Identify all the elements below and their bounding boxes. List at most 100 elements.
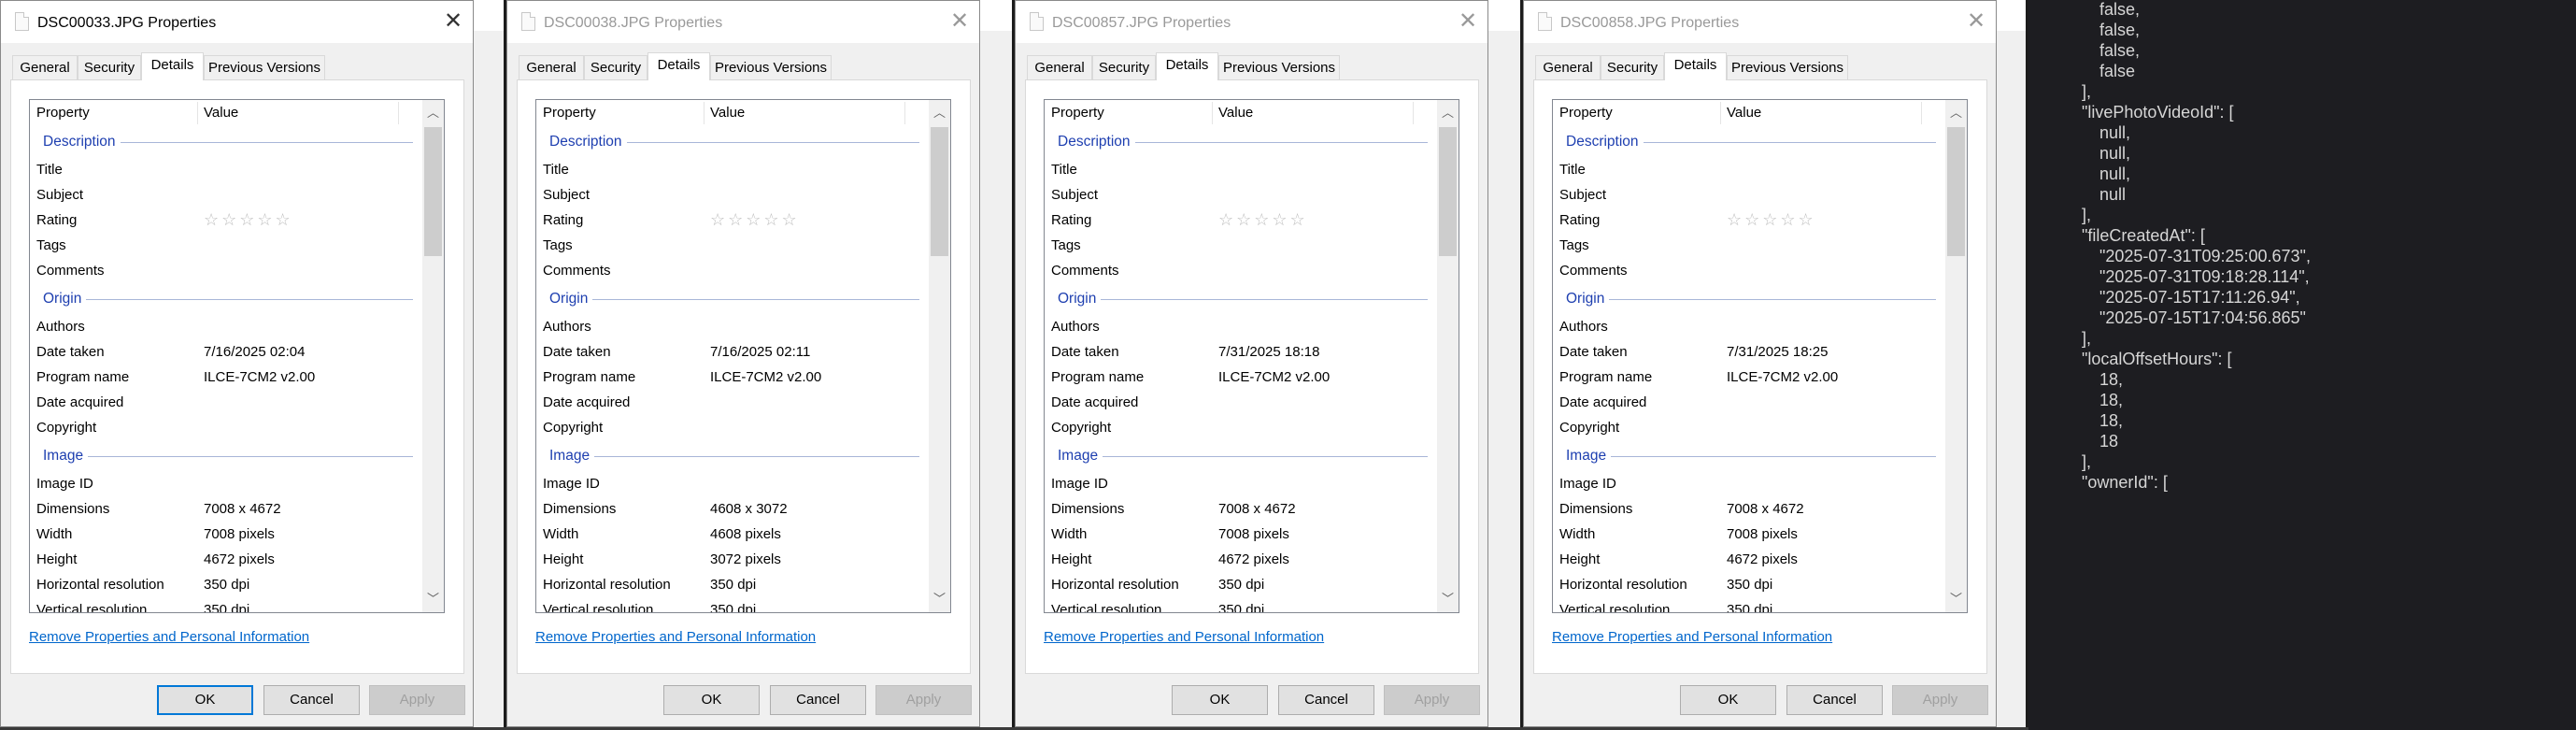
column-header-value[interactable]: Value bbox=[1218, 100, 1253, 126]
column-header-property[interactable]: Property bbox=[1559, 100, 1613, 126]
property-row[interactable]: Program name ILCE-7CM2 v2.00 bbox=[1045, 365, 1437, 390]
tab-previous-versions[interactable]: Previous Versions bbox=[710, 55, 832, 80]
property-row[interactable]: Dimensions 7008 x 4672 bbox=[30, 496, 422, 522]
scroll-down-arrow-icon[interactable]: ﹀ bbox=[422, 586, 444, 612]
cancel-button[interactable]: Cancel bbox=[1786, 685, 1883, 715]
remove-properties-link[interactable]: Remove Properties and Personal Informati… bbox=[535, 629, 816, 645]
property-row[interactable]: Copyright bbox=[1553, 415, 1945, 440]
column-divider[interactable] bbox=[904, 102, 905, 124]
property-row[interactable]: Dimensions 4608 x 3072 bbox=[536, 496, 929, 522]
property-row[interactable]: Tags bbox=[1553, 233, 1945, 258]
property-row[interactable]: Image ID bbox=[1553, 471, 1945, 496]
rating-stars-icon[interactable]: ☆☆☆☆☆ bbox=[204, 208, 293, 233]
column-divider[interactable] bbox=[197, 102, 198, 124]
property-row[interactable]: Tags bbox=[536, 233, 929, 258]
close-icon[interactable]: ✕ bbox=[946, 8, 973, 35]
tab-general[interactable]: General bbox=[519, 55, 584, 80]
ok-button[interactable]: OK bbox=[663, 685, 760, 715]
property-row[interactable]: Vertical resolution 350 dpi bbox=[1553, 597, 1945, 612]
property-row[interactable]: Program name ILCE-7CM2 v2.00 bbox=[1553, 365, 1945, 390]
scrollbar-thumb[interactable] bbox=[931, 127, 948, 256]
property-row[interactable]: Height 3072 pixels bbox=[536, 547, 929, 572]
property-row[interactable]: Rating ☆☆☆☆☆ bbox=[1045, 208, 1437, 233]
property-row[interactable]: Width 7008 pixels bbox=[1045, 522, 1437, 547]
property-row[interactable]: Height 4672 pixels bbox=[1553, 547, 1945, 572]
property-row[interactable]: Copyright bbox=[536, 415, 929, 440]
column-header-property[interactable]: Property bbox=[543, 100, 596, 126]
property-row[interactable]: Comments bbox=[536, 258, 929, 283]
ok-button[interactable]: OK bbox=[1172, 685, 1268, 715]
column-divider[interactable] bbox=[1921, 102, 1922, 124]
scrollbar-thumb[interactable] bbox=[424, 127, 442, 256]
property-row[interactable]: Rating ☆☆☆☆☆ bbox=[536, 208, 929, 233]
tab-general[interactable]: General bbox=[1027, 55, 1092, 80]
property-row[interactable]: Authors bbox=[536, 314, 929, 339]
property-row[interactable]: Subject bbox=[536, 182, 929, 208]
property-row[interactable]: Horizontal resolution 350 dpi bbox=[1045, 572, 1437, 597]
tab-general[interactable]: General bbox=[12, 55, 78, 80]
column-divider[interactable] bbox=[1720, 102, 1721, 124]
property-row[interactable]: Image ID bbox=[536, 471, 929, 496]
property-row[interactable]: Height 4672 pixels bbox=[1045, 547, 1437, 572]
column-header-property[interactable]: Property bbox=[1051, 100, 1104, 126]
column-header-value[interactable]: Value bbox=[204, 100, 238, 126]
scrollbar-thumb[interactable] bbox=[1439, 127, 1457, 256]
property-row[interactable]: Title bbox=[1553, 157, 1945, 182]
property-row[interactable]: Title bbox=[536, 157, 929, 182]
column-divider[interactable] bbox=[398, 102, 399, 124]
column-header-property[interactable]: Property bbox=[36, 100, 90, 126]
scroll-up-arrow-icon[interactable]: ︿ bbox=[929, 100, 950, 126]
column-divider[interactable] bbox=[1413, 102, 1414, 124]
cancel-button[interactable]: Cancel bbox=[263, 685, 360, 715]
property-row[interactable]: Rating ☆☆☆☆☆ bbox=[30, 208, 422, 233]
property-row[interactable]: Dimensions 7008 x 4672 bbox=[1553, 496, 1945, 522]
property-row[interactable]: Subject bbox=[30, 182, 422, 208]
tab-previous-versions[interactable]: Previous Versions bbox=[1218, 55, 1340, 80]
scrollbar[interactable]: ︿ ﹀ bbox=[1437, 100, 1459, 612]
property-row[interactable]: Tags bbox=[1045, 233, 1437, 258]
property-row[interactable]: Copyright bbox=[1045, 415, 1437, 440]
properties-list[interactable]: Property Value Description Title Subject Rati… bbox=[29, 99, 445, 613]
property-row[interactable]: Date taken 7/31/2025 18:18 bbox=[1045, 339, 1437, 365]
column-divider[interactable] bbox=[1212, 102, 1213, 124]
property-row[interactable]: Image ID bbox=[30, 471, 422, 496]
property-row[interactable]: Dimensions 7008 x 4672 bbox=[1045, 496, 1437, 522]
tab-details[interactable]: Details bbox=[1664, 52, 1727, 80]
property-row[interactable]: Comments bbox=[1045, 258, 1437, 283]
property-row[interactable]: Width 7008 pixels bbox=[30, 522, 422, 547]
column-header-value[interactable]: Value bbox=[1727, 100, 1761, 126]
property-row[interactable]: Horizontal resolution 350 dpi bbox=[30, 572, 422, 597]
property-row[interactable]: Date acquired bbox=[1553, 390, 1945, 415]
tab-previous-versions[interactable]: Previous Versions bbox=[204, 55, 325, 80]
property-row[interactable]: Subject bbox=[1553, 182, 1945, 208]
close-icon[interactable]: ✕ bbox=[440, 8, 466, 35]
property-row[interactable]: Width 7008 pixels bbox=[1553, 522, 1945, 547]
property-row[interactable]: Date taken 7/16/2025 02:11 bbox=[536, 339, 929, 365]
tab-details[interactable]: Details bbox=[648, 52, 710, 80]
property-row[interactable]: Date acquired bbox=[536, 390, 929, 415]
properties-list[interactable]: Property Value Description Title Subject Rati… bbox=[535, 99, 951, 613]
tab-security[interactable]: Security bbox=[584, 55, 648, 80]
property-row[interactable]: Horizontal resolution 350 dpi bbox=[1553, 572, 1945, 597]
remove-properties-link[interactable]: Remove Properties and Personal Informati… bbox=[1044, 629, 1324, 645]
property-row[interactable]: Date acquired bbox=[30, 390, 422, 415]
scroll-down-arrow-icon[interactable]: ﹀ bbox=[929, 586, 950, 612]
ok-button[interactable]: OK bbox=[157, 685, 253, 715]
property-row[interactable]: Authors bbox=[1553, 314, 1945, 339]
remove-properties-link[interactable]: Remove Properties and Personal Informati… bbox=[1552, 629, 1832, 645]
scroll-up-arrow-icon[interactable]: ︿ bbox=[422, 100, 444, 126]
property-row[interactable]: Horizontal resolution 350 dpi bbox=[536, 572, 929, 597]
close-icon[interactable]: ✕ bbox=[1963, 8, 1989, 35]
property-row[interactable]: Vertical resolution 350 dpi bbox=[536, 597, 929, 612]
scroll-up-arrow-icon[interactable]: ︿ bbox=[1437, 100, 1459, 126]
property-row[interactable]: Subject bbox=[1045, 182, 1437, 208]
ok-button[interactable]: OK bbox=[1680, 685, 1776, 715]
property-row[interactable]: Date taken 7/16/2025 02:04 bbox=[30, 339, 422, 365]
properties-list[interactable]: Property Value Description Title Subject Rati… bbox=[1044, 99, 1459, 613]
property-row[interactable]: Authors bbox=[1045, 314, 1437, 339]
cancel-button[interactable]: Cancel bbox=[1278, 685, 1374, 715]
property-row[interactable]: Image ID bbox=[1045, 471, 1437, 496]
property-row[interactable]: Comments bbox=[1553, 258, 1945, 283]
property-row[interactable]: Authors bbox=[30, 314, 422, 339]
scrollbar[interactable]: ︿ ﹀ bbox=[422, 100, 444, 612]
